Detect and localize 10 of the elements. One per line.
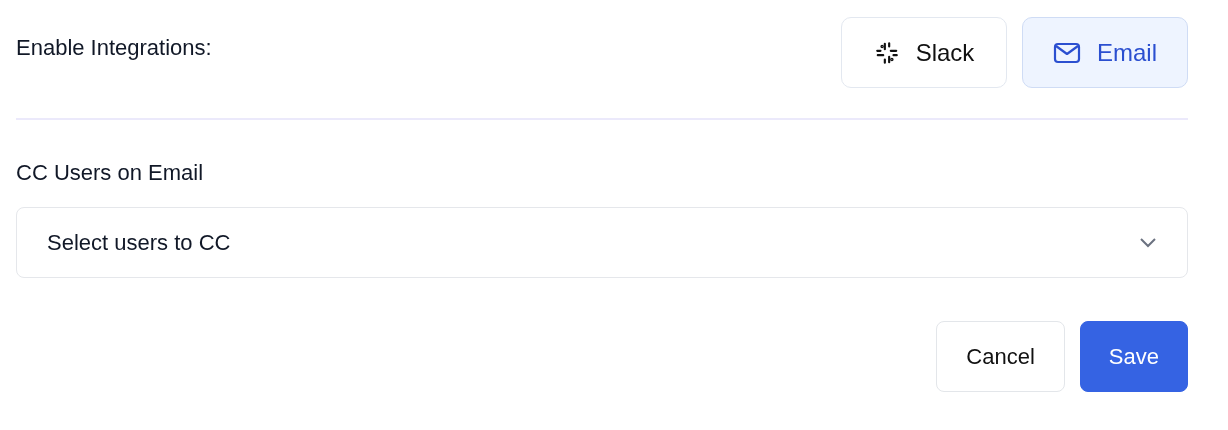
cancel-button[interactable]: Cancel	[936, 321, 1065, 392]
chevron-down-icon	[1139, 237, 1157, 248]
user-select[interactable]: Select users to CC	[16, 207, 1188, 278]
envelope-icon	[1053, 40, 1081, 65]
save-button[interactable]: Save	[1079, 321, 1188, 392]
section-label: Enable Integrations:	[16, 35, 212, 61]
slack-icon	[873, 39, 900, 66]
integration-toggle[interactable]: Email	[1022, 17, 1188, 88]
field-label: CC Users on Email	[16, 160, 205, 186]
integration-toggle[interactable]: Slack	[841, 17, 1007, 88]
